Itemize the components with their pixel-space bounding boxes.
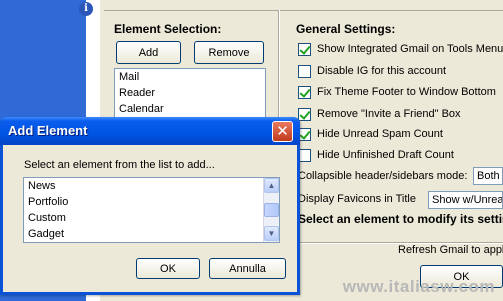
option-label: Remove "Invite a Friend" Box (317, 108, 461, 120)
add-button[interactable]: Add (116, 41, 181, 64)
list-item[interactable]: Custom (24, 210, 279, 226)
dialog-ok-label: OK (160, 262, 176, 275)
checkbox[interactable] (298, 42, 311, 56)
remove-button-label: Remove (208, 46, 250, 59)
option-label: Hide Unfinished Draft Count (317, 149, 454, 161)
divider (104, 10, 503, 11)
dialog-cancel-button[interactable]: Annulla (209, 258, 286, 279)
option-show-integrated-gmail[interactable]: Show Integrated Gmail on Tools Menu (298, 41, 503, 57)
favicons-label: Display Favicons in Title (298, 193, 416, 205)
checkbox[interactable] (298, 107, 311, 121)
dialog-titlebar[interactable]: Add Element ✕ (0, 117, 300, 145)
scroll-thumb[interactable] (264, 203, 279, 217)
option-label: Fix Theme Footer to Window Bottom (317, 86, 496, 98)
list-item[interactable]: Gadget (24, 226, 279, 242)
selection-hint: Select an element to modify its settings (298, 212, 503, 226)
list-item[interactable]: Portfolio (24, 194, 279, 210)
add-element-dialog: Add Element ✕ Select an element from the… (0, 117, 300, 295)
dialog-cancel-label: Annulla (229, 262, 266, 275)
list-scrollbar[interactable]: ▲ ▼ (263, 178, 279, 242)
available-elements-list[interactable]: News Portfolio Custom Gadget ▲ ▼ (23, 177, 280, 243)
option-fix-theme-footer[interactable]: Fix Theme Footer to Window Bottom (298, 84, 496, 100)
list-item[interactable]: Reader (115, 85, 265, 101)
dialog-title: Add Element (8, 123, 88, 138)
dialog-prompt: Select an element from the list to add..… (24, 159, 215, 171)
element-list[interactable]: Mail Reader Calendar (114, 68, 266, 124)
option-hide-draft-count[interactable]: Hide Unfinished Draft Count (298, 147, 454, 163)
scroll-up-icon[interactable]: ▲ (264, 178, 279, 193)
option-remove-invite[interactable]: Remove "Invite a Friend" Box (298, 106, 461, 122)
option-label: Hide Unread Spam Count (317, 128, 443, 140)
refresh-notice: Refresh Gmail to apply (398, 244, 503, 256)
option-hide-spam-count[interactable]: Hide Unread Spam Count (298, 126, 443, 142)
list-item[interactable]: Mail (115, 69, 265, 85)
option-disable-ig[interactable]: Disable IG for this account (298, 63, 446, 79)
remove-button[interactable]: Remove (194, 41, 264, 64)
checkbox[interactable] (298, 85, 311, 99)
element-selection-title: Element Selection: (114, 22, 222, 36)
info-icon: i (79, 2, 93, 16)
checkbox[interactable] (298, 64, 311, 78)
list-item[interactable]: News (24, 178, 279, 194)
scroll-down-icon[interactable]: ▼ (264, 226, 279, 241)
option-label: Disable IG for this account (317, 65, 447, 77)
collapsible-mode-label: Collapsible header/sidebars mode: (298, 170, 468, 182)
option-label: Show Integrated Gmail on Tools Menu (317, 43, 503, 55)
watermark: www.italiasw.com (342, 277, 495, 296)
list-item[interactable]: Calendar (115, 101, 265, 117)
general-settings-title: General Settings: (296, 22, 396, 36)
close-icon[interactable]: ✕ (272, 121, 293, 142)
favicons-select[interactable]: Show w/Unread (428, 191, 503, 209)
dialog-ok-button[interactable]: OK (136, 258, 200, 279)
add-button-label: Add (138, 46, 159, 59)
dialog-body: Select an element from the list to add..… (3, 145, 297, 292)
collapsible-mode-select[interactable]: Both (473, 167, 503, 185)
